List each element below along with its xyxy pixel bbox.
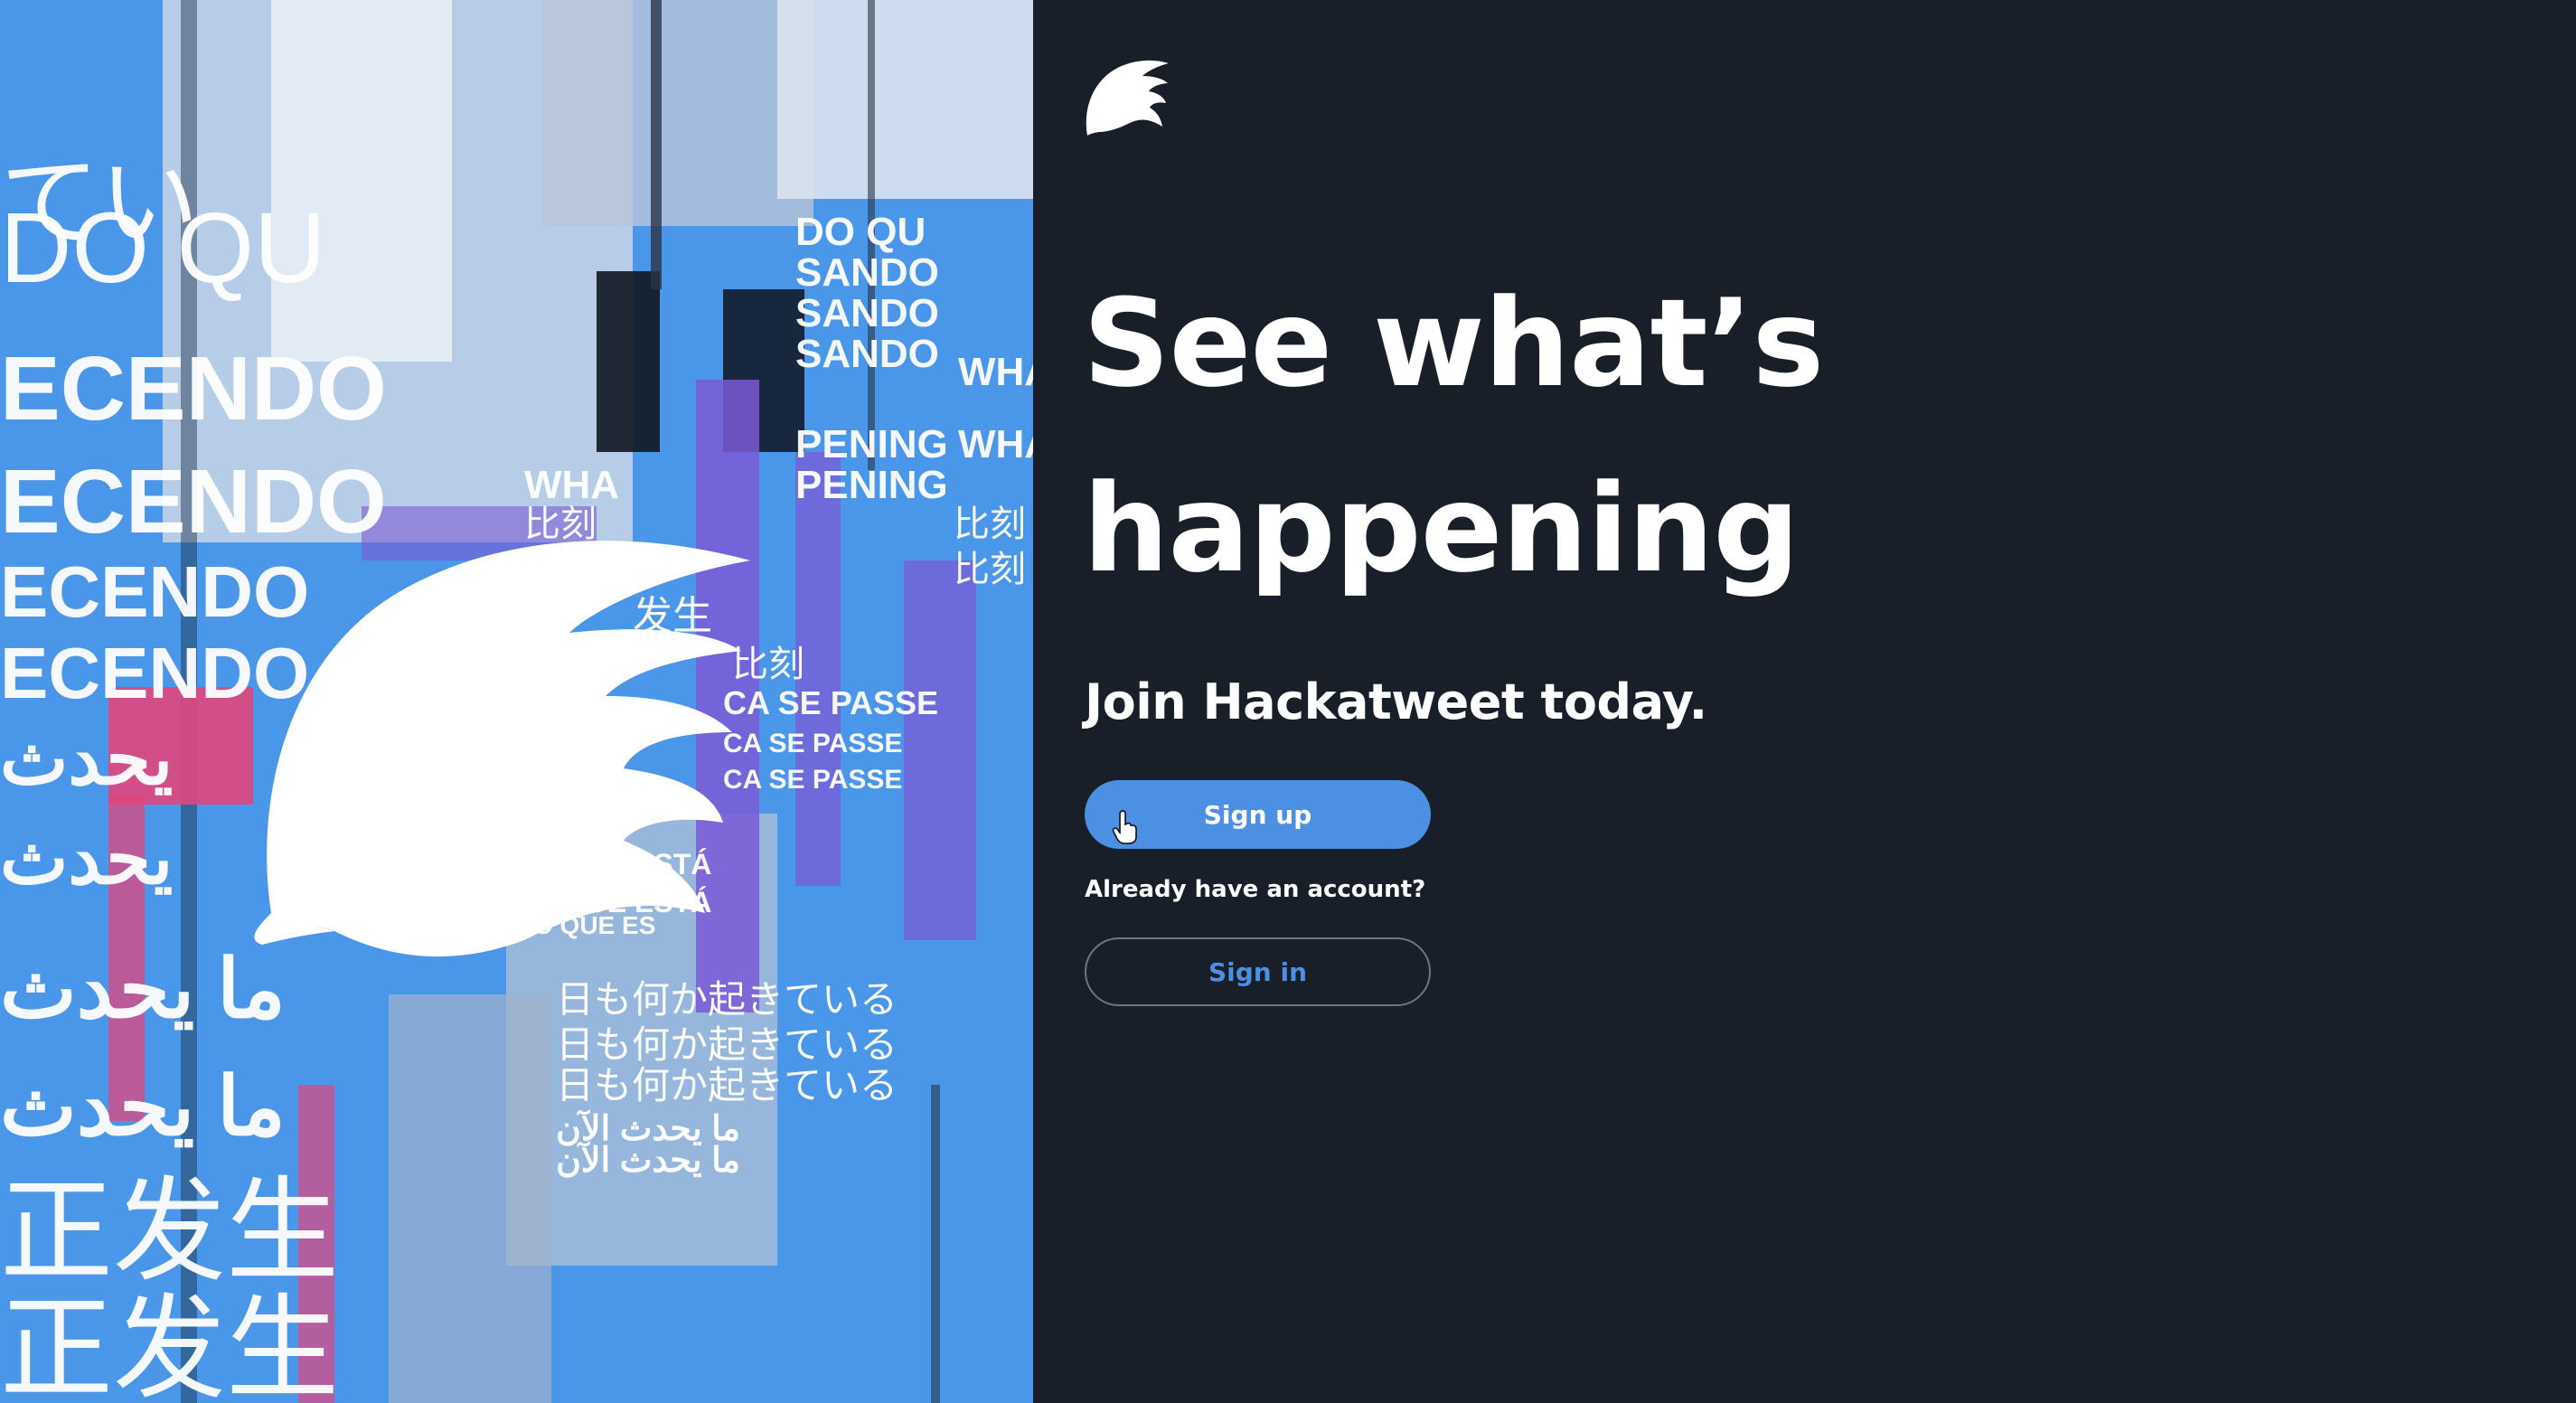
hero-text-word: 正发生	[0, 1169, 339, 1295]
hero-text-word: 日も何か起きている	[556, 978, 898, 1021]
hero-text-word: 比刻	[954, 504, 1026, 544]
hero-text-word: PENING	[795, 422, 948, 466]
sign-up-button-label: Sign up	[1203, 799, 1312, 830]
hero-text-word: SANDO	[795, 250, 939, 295]
feather-bird-icon	[1086, 60, 1169, 136]
hero-text-word: 日も何か起きている	[556, 1023, 898, 1066]
hero-text-word: 比刻	[954, 550, 1026, 589]
login-page: DO QU ECENDO ECENDO ECENDO ECENDO يحدث ي…	[0, 0, 2576, 1403]
hero-text-word: 发生	[633, 594, 712, 638]
hero-artwork: DO QU ECENDO ECENDO ECENDO ECENDO يحدث ي…	[0, 0, 1033, 1403]
headline-line-1: See what’s	[1083, 273, 1824, 414]
hero-text-word: O QUE ESTÁ	[533, 848, 712, 880]
hand-cursor-icon	[1112, 810, 1137, 844]
hero-text-word: SANDO	[795, 291, 939, 335]
hero-text-word: يحدث	[0, 818, 174, 899]
hero-text-word: CA SE PASSE	[723, 729, 903, 758]
hero-text-word: ECENDO	[0, 551, 310, 632]
headline-line-2: happening	[1083, 458, 1800, 599]
headline: See what’s happening	[1083, 251, 1896, 622]
sign-in-button-label: Sign in	[1208, 956, 1308, 987]
hero-text-word: ما يحدث	[0, 1062, 286, 1153]
hero-text-word: SANDO	[795, 332, 939, 376]
sign-in-button[interactable]: Sign in	[1085, 937, 1431, 1006]
hero-text-word: ما يحدث	[0, 945, 286, 1035]
hero-text-word: يحدث	[0, 719, 174, 799]
hero-text-word: 比刻	[732, 645, 804, 684]
hero-text-word: てい	[0, 147, 199, 259]
hero-text-word: DO QU	[795, 210, 926, 254]
hero-text-word: 日も何か起きている	[556, 1064, 898, 1106]
hero-text-word: WHA	[958, 350, 1033, 394]
hero-text-word: CA SE PASSE	[723, 684, 939, 721]
auth-panel: See what’s happening Join Hackatweet tod…	[1033, 0, 2576, 1403]
hero-text-word: O QUE ES	[533, 911, 656, 939]
hero-text-word: 比刻	[524, 504, 597, 544]
hero-text-word: ECENDO	[0, 451, 387, 552]
hero-text-word: PENING	[795, 463, 948, 507]
subheadline: Join Hackatweet today.	[1085, 673, 1707, 730]
hero-text-word: ECENDO	[0, 633, 310, 713]
account-prompt: Already have an account?	[1085, 876, 1426, 903]
hero-text-word: CA SE PASSE	[723, 765, 903, 795]
hero-text-word: ECENDO	[0, 338, 387, 439]
hero-text-word: WHA	[524, 463, 620, 507]
hero-text-word: WHA	[958, 422, 1033, 466]
hero-text-word: 正发生	[0, 1286, 339, 1403]
hero-text-word: ما يحدث الآن	[556, 1142, 741, 1180]
